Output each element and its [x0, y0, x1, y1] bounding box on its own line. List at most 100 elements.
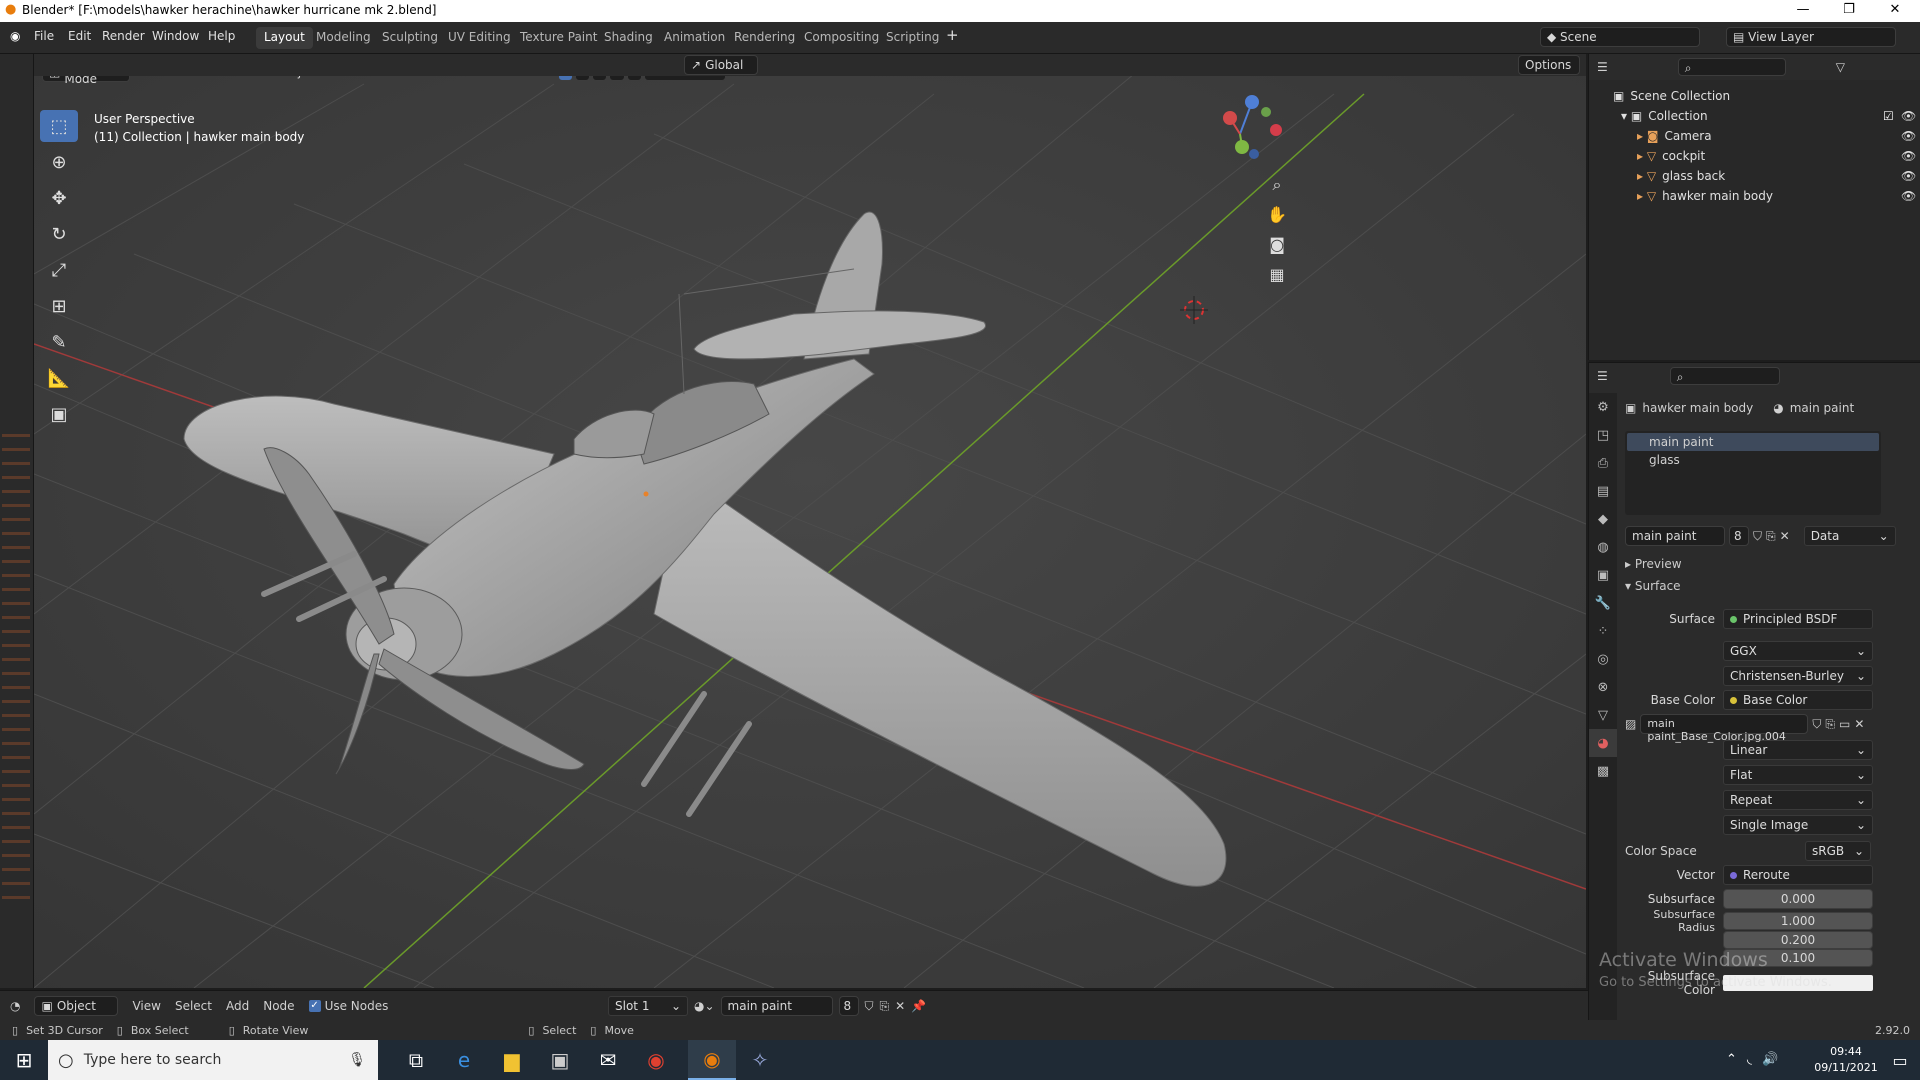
data-tab-icon[interactable]: ▽	[1589, 701, 1617, 729]
add-workspace-button[interactable]: +	[946, 26, 959, 44]
color-space-dropdown[interactable]: sRGB ⌄	[1805, 841, 1871, 861]
surface-panel-header[interactable]: ▾ Surface	[1625, 579, 1915, 601]
wifi-icon[interactable]: ◟	[1747, 1052, 1752, 1067]
distribution-dropdown[interactable]: GGX ⌄	[1723, 641, 1873, 661]
windows-start-icon[interactable]: ⊞	[0, 1040, 48, 1080]
cursor-tool-icon[interactable]: ⊕	[40, 146, 78, 178]
material-browse-icon[interactable]: ◕⌄	[694, 999, 715, 1013]
tab-layout[interactable]: Layout	[256, 27, 313, 49]
projection-dropdown[interactable]: Flat ⌄	[1723, 765, 1873, 785]
extension-dropdown[interactable]: Repeat ⌄	[1723, 790, 1873, 810]
checkbox-icon[interactable]: ☑	[1883, 109, 1894, 123]
app-taskbar-icon[interactable]: ✧	[736, 1040, 784, 1080]
orientation-selector[interactable]: ↗ Global	[684, 55, 758, 75]
tab-compositing[interactable]: Compositing	[796, 27, 887, 49]
taskbar-clock[interactable]: 09:44 09/11/2021	[1814, 1044, 1878, 1076]
menu-edit[interactable]: Edit	[68, 29, 91, 43]
outliner-search-input[interactable]: ⌕	[1677, 58, 1786, 76]
mail-icon[interactable]: ✉	[584, 1040, 632, 1080]
options-button[interactable]: Options	[1518, 55, 1580, 75]
menu-render[interactable]: Render	[102, 29, 145, 43]
3d-viewport[interactable]: ◫Object Mode View Select Add Object User…	[34, 54, 1586, 988]
tab-scripting[interactable]: Scripting	[878, 27, 947, 49]
shader-type-selector[interactable]: ▣ Object	[34, 996, 119, 1016]
constraints-tab-icon[interactable]: ⊗	[1589, 673, 1617, 701]
ortho-grid-icon[interactable]: ▦	[1262, 260, 1292, 290]
pin-icon[interactable]: 📌	[911, 999, 926, 1013]
task-view-icon[interactable]: ⧉	[392, 1040, 440, 1080]
fake-user-icon[interactable]: ⛉	[1753, 529, 1762, 544]
transform-tool-icon[interactable]: ⊞	[40, 290, 78, 322]
eye-icon[interactable]: 👁	[1901, 189, 1916, 203]
tree-item-glass-back[interactable]: ▸ ▽ glass back 👁	[1613, 166, 1920, 186]
tab-uv-editing[interactable]: UV Editing	[440, 27, 519, 49]
tab-animation[interactable]: Animation	[656, 27, 733, 49]
node-duplicate-icon[interactable]: ⎘	[880, 999, 890, 1014]
radius-x-field[interactable]: 1.000	[1723, 912, 1873, 930]
tool-tab-icon[interactable]: ⚙	[1589, 393, 1617, 421]
maximize-button[interactable]: ❐	[1826, 0, 1872, 22]
texture-tab-icon[interactable]: ▩	[1589, 757, 1617, 785]
annotate-tool-icon[interactable]: ✎	[40, 326, 78, 358]
tab-rendering[interactable]: Rendering	[726, 27, 803, 49]
particles-tab-icon[interactable]: ⁘	[1589, 617, 1617, 645]
tab-sculpting[interactable]: Sculpting	[374, 27, 446, 49]
subsurface-slider[interactable]: 0.000	[1723, 889, 1873, 909]
scene-selector[interactable]: ◆ Scene	[1540, 27, 1700, 47]
blender-menu-icon[interactable]: ◉	[10, 29, 20, 43]
slot-dropdown[interactable]: Slot 1 ⌄	[608, 996, 688, 1016]
menu-window[interactable]: Window	[152, 29, 199, 43]
world-tab-icon[interactable]: ◍	[1589, 533, 1617, 561]
tree-item-camera[interactable]: ▸ ◙ Camera 👁	[1613, 126, 1920, 146]
minimize-button[interactable]: —	[1780, 0, 1826, 22]
add-cube-tool-icon[interactable]: ▣	[40, 398, 78, 430]
scale-tool-icon[interactable]: ⤢	[40, 254, 78, 286]
tree-item-hawker-main-body[interactable]: ▸ ▽ hawker main body 👁	[1613, 186, 1920, 206]
view-layer-tab-icon[interactable]: ▤	[1589, 477, 1617, 505]
slot-main-paint[interactable]: main paint	[1627, 433, 1879, 451]
eye-icon[interactable]: 👁	[1901, 149, 1916, 163]
tab-shading[interactable]: Shading	[596, 27, 661, 49]
properties-editor-icon[interactable]: ☰	[1597, 369, 1608, 383]
image-duplicate-icon[interactable]: ⎘	[1825, 717, 1835, 732]
tree-item-cockpit[interactable]: ▸ ▽ cockpit 👁	[1613, 146, 1920, 166]
edge-browser-icon[interactable]: e	[440, 1040, 488, 1080]
microphone-icon[interactable]: 🎙	[348, 1052, 366, 1068]
store-icon[interactable]: ▣	[536, 1040, 584, 1080]
vector-field[interactable]: Reroute	[1723, 865, 1873, 885]
menu-help[interactable]: Help	[208, 29, 235, 43]
image-name-field[interactable]: main paint_Base_Color.jpg.004	[1640, 714, 1809, 743]
render-tab-icon[interactable]: ◳	[1589, 421, 1617, 449]
tab-texture-paint[interactable]: Texture Paint	[512, 27, 605, 49]
tray-chevron-icon[interactable]: ⌃	[1726, 1052, 1737, 1067]
menu-file[interactable]: File	[34, 29, 54, 43]
material-name-field[interactable]: main paint	[1625, 526, 1725, 546]
eye-icon[interactable]: 👁	[1901, 109, 1916, 123]
slot-glass[interactable]: glass	[1627, 451, 1879, 469]
properties-search-input[interactable]: ⌕	[1669, 367, 1780, 385]
filter-icon[interactable]: ▽	[1836, 60, 1845, 74]
object-tab-icon[interactable]: ▣	[1589, 561, 1617, 589]
surface-shader-field[interactable]: Principled BSDF	[1723, 609, 1873, 629]
interpolation-dropdown[interactable]: Linear ⌄	[1723, 740, 1873, 760]
material-tab-icon[interactable]: ◕	[1589, 729, 1617, 757]
node-material-field[interactable]: main paint	[720, 996, 833, 1016]
tab-modeling[interactable]: Modeling	[308, 27, 379, 49]
eye-icon[interactable]: 👁	[1901, 129, 1916, 143]
close-button[interactable]: ✕	[1872, 0, 1918, 22]
subsurface-method-dropdown[interactable]: Christensen-Burley ⌄	[1723, 666, 1873, 686]
physics-tab-icon[interactable]: ◎	[1589, 645, 1617, 673]
duplicate-icon[interactable]: ⎘	[1766, 529, 1776, 544]
unlink-icon[interactable]: ✕	[1780, 529, 1790, 543]
measure-tool-icon[interactable]: 📐	[40, 362, 78, 394]
scene-tab-icon[interactable]: ◆	[1589, 505, 1617, 533]
image-icon[interactable]: ▨	[1625, 717, 1636, 731]
link-dropdown[interactable]: Data ⌄	[1803, 526, 1896, 546]
modifier-tab-icon[interactable]: 🔧	[1589, 589, 1617, 617]
preview-panel-header[interactable]: ▸ Preview	[1625, 557, 1915, 579]
radius-y-field[interactable]: 0.200	[1723, 931, 1873, 949]
camera-view-icon[interactable]: ◙	[1262, 230, 1292, 260]
use-nodes-checkbox[interactable]: ✓ Use Nodes	[308, 999, 388, 1013]
view-layer-selector[interactable]: ▤ View Layer	[1726, 27, 1896, 47]
base-color-field[interactable]: Base Color	[1723, 690, 1873, 710]
